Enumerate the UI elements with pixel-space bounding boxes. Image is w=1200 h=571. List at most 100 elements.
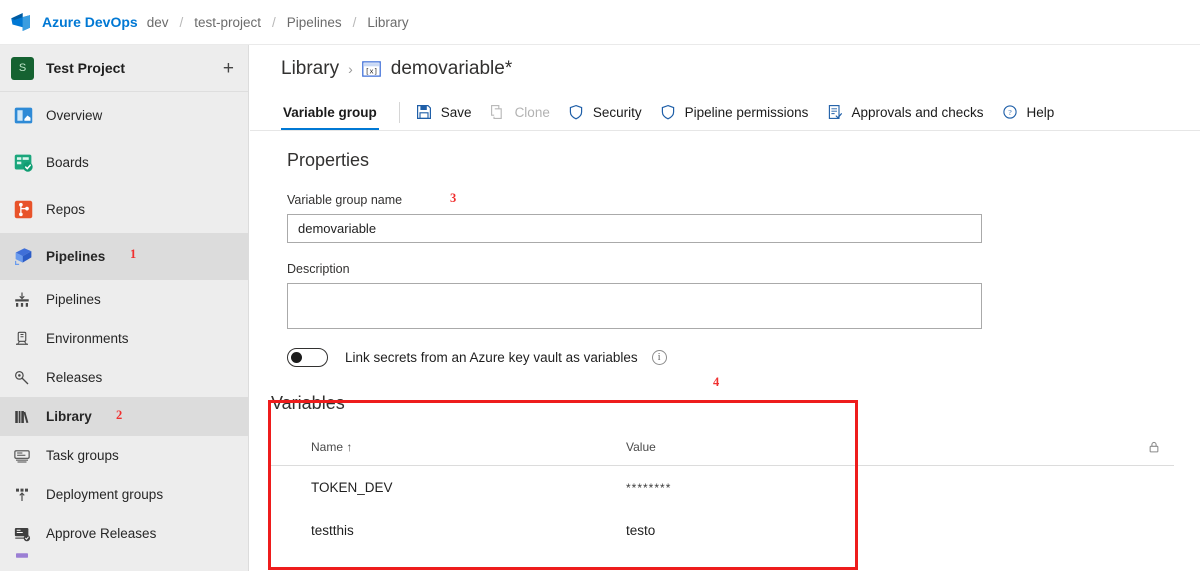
page-toolbar: Variable group Save Clone Security Pipel…: [250, 94, 1200, 131]
clone-icon: [490, 104, 507, 121]
pipeline-permissions-button[interactable]: Pipeline permissions: [660, 97, 809, 127]
variables-section: Variables Name ↑ Value TOKEN_DEV *******…: [250, 393, 1200, 552]
tab-variable-group[interactable]: Variable group: [281, 94, 379, 130]
project-avatar: S: [11, 56, 34, 80]
approvals-checks-icon: [826, 104, 843, 121]
sidebar-item-label: Repos: [46, 202, 86, 217]
sidebar-item-label: Releases: [46, 370, 103, 385]
properties-heading: Properties: [287, 150, 370, 170]
keyvault-toggle-row: Link secrets from an Azure key vault as …: [287, 348, 1200, 367]
breadcrumb-library[interactable]: Library: [367, 15, 408, 30]
overview-icon: [11, 104, 35, 128]
sidebar-item-label: Pipelines: [46, 249, 106, 264]
variable-group-icon: [x]: [361, 61, 381, 77]
annotation-4: 4: [713, 375, 720, 389]
sidebar-item-deployment-groups[interactable]: Deployment groups: [0, 475, 248, 514]
sidebar-item-label: Environments: [46, 331, 129, 346]
boards-icon: [11, 151, 35, 175]
breadcrumb-pipelines[interactable]: Pipelines: [287, 15, 342, 30]
variable-value: ********: [626, 480, 672, 495]
sidebar-item-environments[interactable]: Environments: [0, 319, 248, 358]
svg-text:?: ?: [1008, 108, 1012, 117]
sidebar-item-overview[interactable]: Overview: [0, 92, 248, 139]
variable-name: testthis: [311, 523, 354, 538]
lock-icon: [1134, 440, 1174, 454]
breadcrumb-separator: /: [272, 14, 276, 30]
project-name: Test Project: [46, 60, 126, 76]
pipeline-permissions-label: Pipeline permissions: [684, 104, 809, 120]
save-button[interactable]: Save: [416, 97, 472, 127]
brand-name[interactable]: Azure DevOps: [42, 14, 138, 30]
properties-form: Properties Variable group name 3 Descrip…: [250, 131, 1200, 367]
sidebar-item-partial[interactable]: [0, 553, 248, 567]
table-row[interactable]: testthis testo: [271, 509, 1174, 552]
variables-table-header: Name ↑ Value: [271, 440, 1174, 466]
page-header: Library › [x] demovariable* Variable gro…: [250, 45, 1200, 131]
breadcrumb-org[interactable]: dev: [147, 15, 169, 30]
variables-table: Name ↑ Value TOKEN_DEV ******** testthis…: [271, 440, 1174, 552]
top-navigation-bar: Azure DevOps dev / test-project / Pipeli…: [0, 0, 1200, 45]
sidebar-item-pipelines-sub[interactable]: Pipelines: [0, 280, 248, 319]
pipelines-sub-icon: [11, 289, 33, 311]
sidebar-item-label: Overview: [46, 108, 103, 123]
info-icon[interactable]: i: [651, 350, 667, 365]
toggle-knob: [291, 352, 302, 363]
pipelines-icon: [11, 245, 35, 269]
approvals-and-checks-button[interactable]: Approvals and checks: [826, 97, 984, 127]
variable-group-name-input[interactable]: [287, 214, 982, 243]
sidebar-item-repos[interactable]: Repos: [0, 186, 248, 233]
task-groups-icon: [11, 445, 33, 467]
keyvault-toggle-label: Link secrets from an Azure key vault as …: [345, 350, 638, 365]
sidebar-item-label: Task groups: [46, 448, 119, 463]
library-icon: [11, 406, 33, 428]
sidebar-item-approve-releases[interactable]: Approve Releases: [0, 514, 248, 553]
sidebar-item-releases[interactable]: Releases: [0, 358, 248, 397]
variable-group-name-label: Variable group name: [287, 193, 403, 207]
breadcrumb-project[interactable]: test-project: [194, 15, 261, 30]
sidebar-item-label: Approve Releases: [46, 526, 157, 541]
sidebar-item-task-groups[interactable]: Task groups: [0, 436, 248, 475]
help-button[interactable]: ? Help: [1002, 97, 1054, 127]
add-project-button[interactable]: +: [223, 59, 234, 78]
svg-text:[x]: [x]: [365, 66, 378, 75]
annotation-3: 3: [450, 191, 457, 205]
repos-icon: [11, 198, 35, 222]
security-button[interactable]: Security: [568, 97, 642, 127]
clone-button: Clone: [490, 97, 550, 127]
sidebar-item-label: Deployment groups: [46, 487, 164, 502]
toolbar-divider: [398, 101, 400, 123]
releases-icon: [11, 367, 33, 389]
shield-outline-icon: [660, 104, 677, 121]
artifacts-icon: [11, 553, 33, 567]
breadcrumb-library-link[interactable]: Library: [281, 58, 339, 80]
approve-releases-icon: [11, 523, 33, 545]
page-title: demovariable*: [390, 58, 513, 79]
save-icon: [416, 104, 433, 121]
sidebar-item-pipelines[interactable]: Pipelines 1: [0, 233, 248, 280]
security-label: Security: [592, 104, 642, 120]
shield-icon: [568, 104, 585, 121]
azure-devops-logo[interactable]: [8, 9, 34, 35]
help-circle-icon: ?: [1002, 104, 1019, 121]
page-breadcrumb: Library › [x] demovariable*: [281, 58, 1200, 80]
description-input[interactable]: [287, 283, 982, 329]
sidebar-item-label: Pipelines: [46, 292, 101, 307]
project-header[interactable]: S Test Project +: [0, 45, 248, 92]
approvals-and-checks-label: Approvals and checks: [851, 104, 984, 120]
annotation-1: 1: [130, 247, 137, 261]
table-row[interactable]: TOKEN_DEV ********: [271, 466, 1174, 509]
clone-label: Clone: [514, 104, 550, 120]
sidebar-item-label: Library: [46, 409, 92, 424]
variable-group-name-field: Variable group name 3: [287, 191, 1200, 243]
column-header-name[interactable]: Name ↑: [271, 440, 626, 454]
breadcrumb-separator: /: [179, 14, 184, 30]
sidebar-item-library[interactable]: Library 2: [0, 397, 248, 436]
keyvault-toggle[interactable]: [287, 348, 328, 367]
sidebar-item-boards[interactable]: Boards: [0, 139, 248, 186]
variable-value: testo: [626, 523, 656, 538]
deployment-groups-icon: [11, 484, 33, 506]
environments-icon: [11, 328, 33, 350]
annotation-2: 2: [116, 408, 123, 422]
chevron-right-icon: ›: [348, 61, 353, 77]
main-content: Library › [x] demovariable* Variable gro…: [250, 45, 1200, 571]
